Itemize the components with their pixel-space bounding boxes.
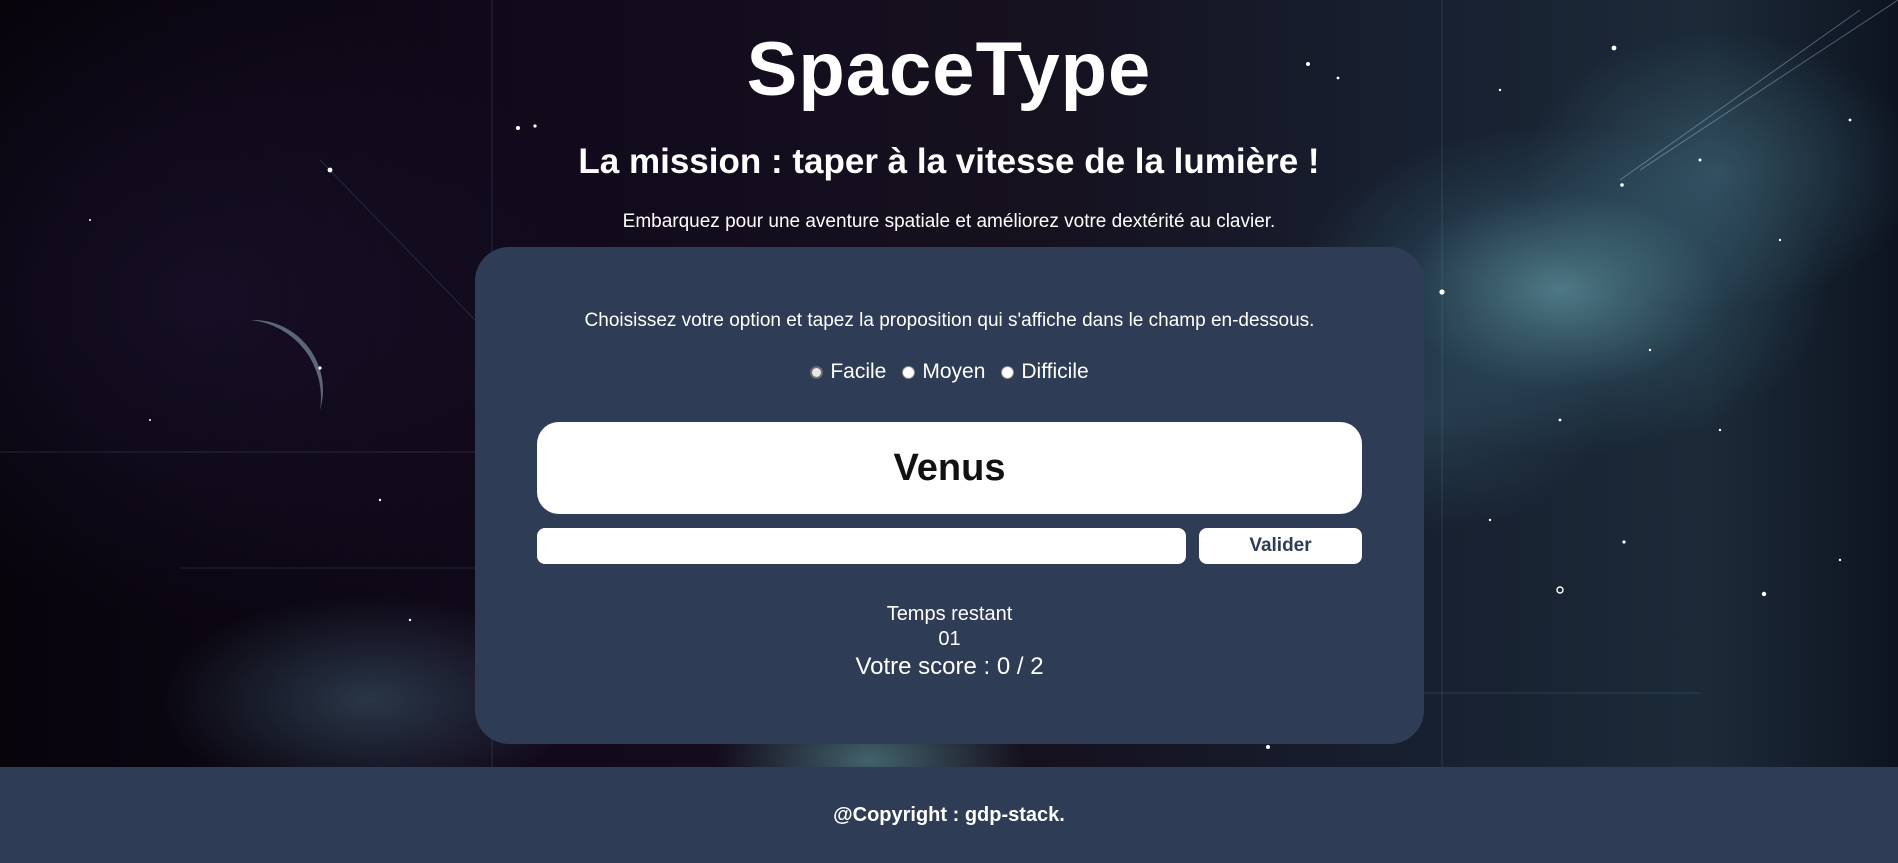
answer-input[interactable] (537, 528, 1186, 564)
page: SpaceType La mission : taper à la vitess… (0, 0, 1898, 863)
radio-difficile[interactable] (1001, 365, 1015, 379)
game-instruction: Choisissez votre option et tapez la prop… (584, 310, 1315, 331)
option-facile[interactable]: Facile (810, 360, 886, 384)
footer: @Copyright : gdp-stack. (0, 767, 1898, 863)
option-difficile-label: Difficile (1021, 360, 1089, 383)
option-moyen[interactable]: Moyen (902, 360, 985, 384)
difficulty-options: Facile Moyen Difficile (475, 359, 1424, 385)
game-card: Choisissez votre option et tapez la prop… (475, 247, 1424, 744)
option-moyen-label: Moyen (922, 360, 986, 383)
word-display: Venus (537, 422, 1362, 514)
radio-moyen[interactable] (902, 365, 916, 379)
page-title: SpaceType (746, 27, 1152, 112)
copyright-text: @Copyright : gdp-stack. (833, 804, 1065, 826)
validate-button[interactable]: Valider (1199, 528, 1362, 564)
score-display: Votre score : 0 / 2 (855, 653, 1044, 680)
page-tagline: Embarquez pour une aventure spatiale et … (622, 211, 1276, 232)
page-subtitle: La mission : taper à la vitesse de la lu… (578, 142, 1320, 181)
option-facile-label: Facile (830, 360, 887, 383)
radio-facile[interactable] (810, 365, 824, 379)
option-difficile[interactable]: Difficile (1001, 360, 1089, 384)
timer-label: Temps restant (886, 603, 1013, 625)
timer-value: 01 (938, 628, 961, 650)
